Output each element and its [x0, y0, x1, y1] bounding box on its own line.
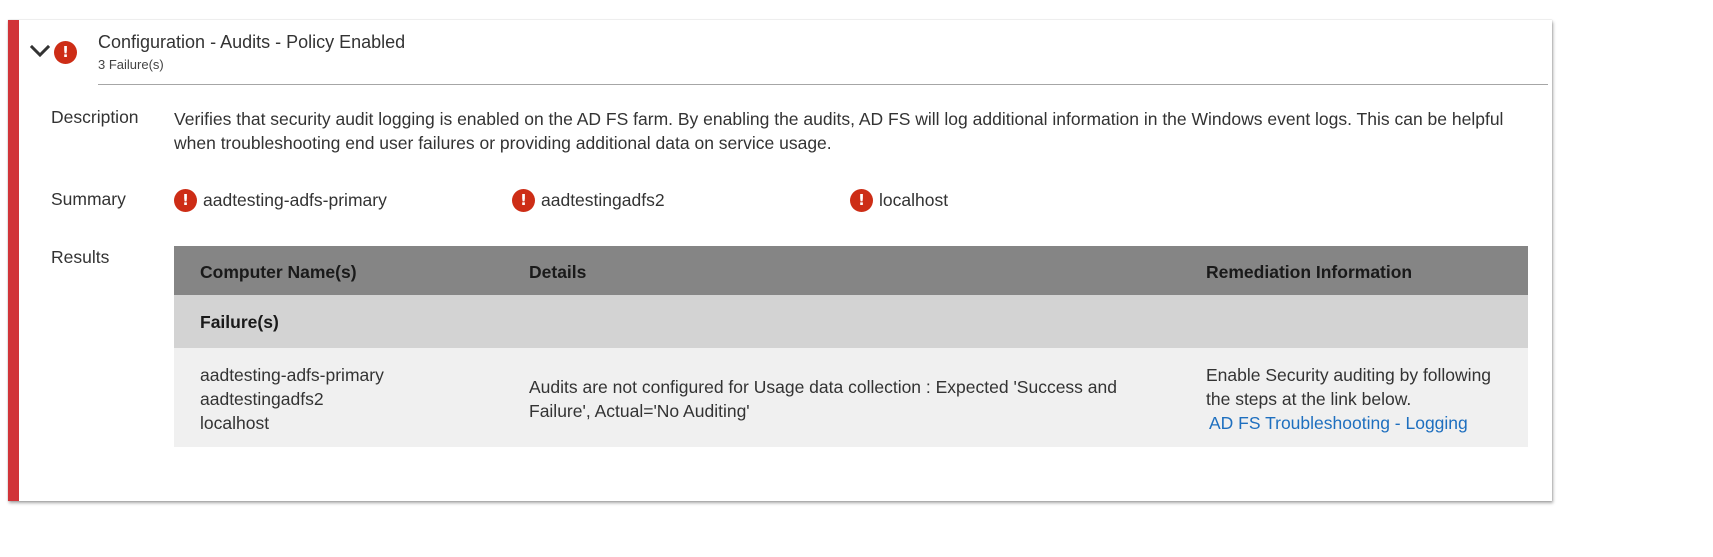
computer-name: localhost: [200, 413, 270, 433]
error-icon: !: [54, 41, 77, 64]
description-label: Description: [51, 107, 139, 127]
computer-names-cell: aadtesting-adfs-primary aadtestingadfs2 …: [200, 363, 384, 435]
computer-name: aadtestingadfs2: [200, 389, 324, 409]
failure-count: 3 Failure(s): [98, 57, 164, 72]
column-header-computer-names: Computer Name(s): [200, 262, 357, 282]
summary-item: ! localhost: [850, 188, 948, 212]
summary-server-name: aadtesting-adfs-primary: [203, 189, 387, 210]
description-text: Verifies that security audit logging is …: [174, 109, 1504, 153]
summary-label: Summary: [51, 189, 126, 209]
results-label: Results: [51, 247, 110, 267]
summary-server-name: aadtestingadfs2: [541, 189, 665, 210]
table-header-row: Computer Name(s) Details Remediation Inf…: [174, 246, 1528, 295]
failure-accent-bar: [8, 20, 19, 501]
remediation-cell: Enable Security auditing by following th…: [1206, 363, 1516, 435]
summary-server-name: localhost: [879, 189, 949, 210]
summary-item: ! aadtesting-adfs-primary: [174, 188, 387, 212]
computer-name: aadtesting-adfs-primary: [200, 365, 384, 385]
column-header-remediation: Remediation Information: [1206, 262, 1413, 282]
table-group-row: Failure(s): [174, 295, 1528, 348]
column-header-details: Details: [529, 262, 587, 282]
remediation-text: the steps at the link below.: [1206, 389, 1412, 409]
error-icon: !: [512, 188, 535, 212]
remediation-text: Enable Security auditing by following: [1206, 365, 1492, 385]
details-cell: Audits are not configured for Usage data…: [529, 377, 1117, 421]
header-divider: [98, 84, 1548, 85]
group-label-failures: Failure(s): [200, 312, 279, 332]
summary-item: ! aadtestingadfs2: [512, 188, 665, 212]
results-table: Computer Name(s) Details Remediation Inf…: [174, 246, 1528, 447]
rule-result-card: ! Configuration - Audits - Policy Enable…: [8, 20, 1552, 501]
chevron-down-icon[interactable]: [29, 40, 51, 62]
table-row: aadtesting-adfs-primary aadtestingadfs2 …: [174, 348, 1528, 447]
error-icon: !: [174, 188, 197, 212]
error-icon: !: [850, 188, 873, 212]
rule-title: Configuration - Audits - Policy Enabled: [98, 32, 406, 52]
remediation-link[interactable]: AD FS Troubleshooting - Logging: [1209, 413, 1468, 433]
